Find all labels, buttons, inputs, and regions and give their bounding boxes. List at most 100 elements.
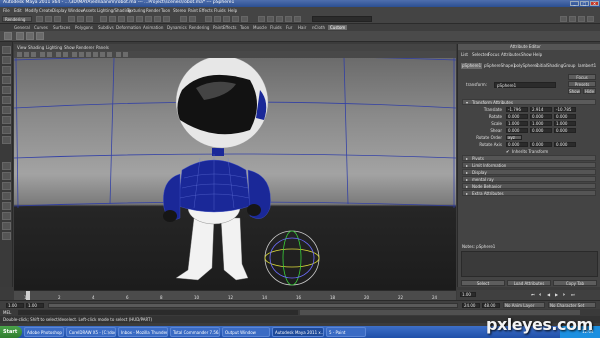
joint-mask-icon[interactable] xyxy=(118,16,125,22)
extra-attributes-frame[interactable]: ▸ Extra Attributes xyxy=(462,190,596,196)
current-time-field[interactable]: 1.00 xyxy=(460,292,476,297)
focus-button[interactable]: Focus xyxy=(568,74,596,80)
manipulator-tool-icon[interactable] xyxy=(2,106,11,114)
node-name-field[interactable]: pSphere1 xyxy=(494,82,556,88)
attr-tab-shading-group[interactable]: initialShadingGroup xyxy=(536,64,575,68)
shadows-icon[interactable] xyxy=(107,52,112,57)
translate-y-field[interactable]: 2.914 xyxy=(530,107,552,112)
range-slider[interactable] xyxy=(48,303,458,308)
lock-selection-icon[interactable] xyxy=(180,16,187,22)
layout-single-icon[interactable] xyxy=(2,162,11,170)
start-time-field[interactable]: 1.00 xyxy=(6,303,24,308)
shelf-tab-dynamics[interactable]: Dynamics xyxy=(167,25,187,30)
attr-menu-attributes[interactable]: Attributes xyxy=(501,53,521,57)
play-forward-icon[interactable]: ▶ xyxy=(555,293,558,297)
mode-dropdown[interactable]: Rendering xyxy=(2,16,32,22)
menu-edit[interactable]: Edit xyxy=(14,8,22,13)
snap-curve-icon[interactable] xyxy=(214,16,221,22)
render-view-icon[interactable] xyxy=(267,16,274,22)
shelf-tab-general[interactable]: General xyxy=(14,25,30,30)
resolution-gate-icon[interactable] xyxy=(63,52,68,57)
mental-ray-frame[interactable]: ▸ mental ray xyxy=(462,176,596,182)
panel-menu-shading[interactable]: Shading xyxy=(28,45,44,50)
shelf-tab-ncloth[interactable]: nCloth xyxy=(312,25,325,30)
attr-menu-list[interactable]: List xyxy=(461,53,468,57)
scale-z-field[interactable]: 1.000 xyxy=(554,121,576,126)
film-gate-icon[interactable] xyxy=(56,52,61,57)
layout-outliner-icon[interactable] xyxy=(2,202,11,210)
grid-icon[interactable] xyxy=(47,52,52,57)
select-tool-icon[interactable] xyxy=(2,46,11,54)
scale-x-field[interactable]: 1.000 xyxy=(506,121,528,126)
robot-model[interactable] xyxy=(163,58,271,281)
panel-menu-view[interactable]: View xyxy=(17,45,27,50)
save-scene-icon[interactable] xyxy=(54,16,61,22)
open-scene-icon[interactable] xyxy=(45,16,52,22)
playback-start-field[interactable]: 1.00 xyxy=(26,303,44,308)
soft-mod-tool-icon[interactable] xyxy=(2,116,11,124)
shelf-tool-icon[interactable] xyxy=(26,32,34,40)
close-button[interactable]: ✕ xyxy=(590,1,599,6)
translate-x-field[interactable]: -1.796 xyxy=(506,107,528,112)
taskbar-item-total-commander[interactable]: Total Commander 7.56a xyxy=(170,327,220,337)
menu-toon[interactable]: Toon xyxy=(161,8,170,13)
snap-point-icon[interactable] xyxy=(223,16,230,22)
rotate-order-dropdown[interactable]: xyz xyxy=(506,135,522,140)
attr-menu-selected[interactable]: Selected xyxy=(472,53,489,57)
new-scene-icon[interactable] xyxy=(36,16,43,22)
end-time-field[interactable]: 48.00 xyxy=(482,303,500,308)
menu-stereo[interactable]: Stereo xyxy=(173,8,186,13)
presets-button[interactable]: Presets xyxy=(568,81,596,87)
menu-paint-effects[interactable]: Paint Effects xyxy=(188,8,213,13)
scale-y-field[interactable]: 1.000 xyxy=(530,121,552,126)
camera-icon[interactable] xyxy=(17,52,22,57)
input-line-field[interactable] xyxy=(312,16,372,22)
shelf-tab-curves[interactable]: Curves xyxy=(34,25,48,30)
lasso-tool-icon[interactable] xyxy=(2,56,11,64)
ipr-render-icon[interactable] xyxy=(285,16,292,22)
scale-tool-icon[interactable] xyxy=(2,96,11,104)
select-component-icon[interactable] xyxy=(86,16,93,22)
handle-mask-icon[interactable] xyxy=(109,16,116,22)
pick-mask-icon[interactable] xyxy=(100,16,107,22)
select-object-icon[interactable] xyxy=(77,16,84,22)
menu-lighting-shading[interactable]: Lighting/Shading xyxy=(97,8,131,13)
shelf-tool-icon[interactable] xyxy=(16,32,24,40)
show-tool-settings-icon[interactable] xyxy=(569,16,576,22)
wireframe-on-shaded-icon[interactable] xyxy=(86,52,91,57)
rotate-x-field[interactable]: 0.000 xyxy=(506,114,528,119)
layout-graph-editor-icon[interactable] xyxy=(2,222,11,230)
render-settings-icon[interactable] xyxy=(294,16,301,22)
show-channel-box-icon[interactable] xyxy=(578,16,585,22)
show-manipulator-icon[interactable] xyxy=(2,126,11,134)
surface-mask-icon[interactable] xyxy=(136,16,143,22)
shelf-tab-hair[interactable]: Hair xyxy=(298,25,306,30)
step-forward-icon[interactable]: ⏵ xyxy=(563,293,565,297)
panel-menu-renderer[interactable]: Renderer xyxy=(76,45,94,50)
taskbar-item-maya[interactable]: Autodesk Maya 2011 x... xyxy=(272,327,324,337)
image-plane-icon[interactable] xyxy=(40,52,45,57)
snap-view-plane-icon[interactable] xyxy=(232,16,239,22)
limit-information-frame[interactable]: ▸ Limit Information xyxy=(462,162,596,168)
shelf-tab-subdivs[interactable]: Subdivs xyxy=(98,25,114,30)
menu-texturing[interactable]: Texturing xyxy=(127,8,145,13)
command-input[interactable] xyxy=(18,310,298,315)
taskbar-item-output-window[interactable]: Output Window xyxy=(222,327,270,337)
hide-button[interactable]: Hide xyxy=(583,88,596,94)
menu-help[interactable]: Help xyxy=(228,8,237,13)
shear-x-field[interactable]: 0.000 xyxy=(506,128,528,133)
shelf-tab-polygons[interactable]: Polygons xyxy=(75,25,93,30)
isolate-select-icon[interactable] xyxy=(116,52,121,57)
taskbar-item-coreldraw[interactable]: CorelDRAW X5 - [C:\doc... xyxy=(66,327,116,337)
maximize-button[interactable]: □ xyxy=(580,1,589,6)
shelf-tab-painteffects[interactable]: PaintEffects xyxy=(213,25,237,30)
last-tool-icon[interactable] xyxy=(2,136,11,144)
menu-modify[interactable]: Modify xyxy=(25,8,38,13)
shelf-tab-custom[interactable]: Custom xyxy=(328,25,348,30)
rotate-z-field[interactable]: 0.000 xyxy=(554,114,576,119)
go-to-start-icon[interactable]: ⏮ xyxy=(531,293,535,297)
rotate-axis-y-field[interactable]: 0.000 xyxy=(530,142,552,147)
shelf-tab-surfaces[interactable]: Surfaces xyxy=(53,25,70,30)
panel-menu-lighting[interactable]: Lighting xyxy=(46,45,62,50)
command-language-label[interactable]: MEL xyxy=(3,310,11,315)
